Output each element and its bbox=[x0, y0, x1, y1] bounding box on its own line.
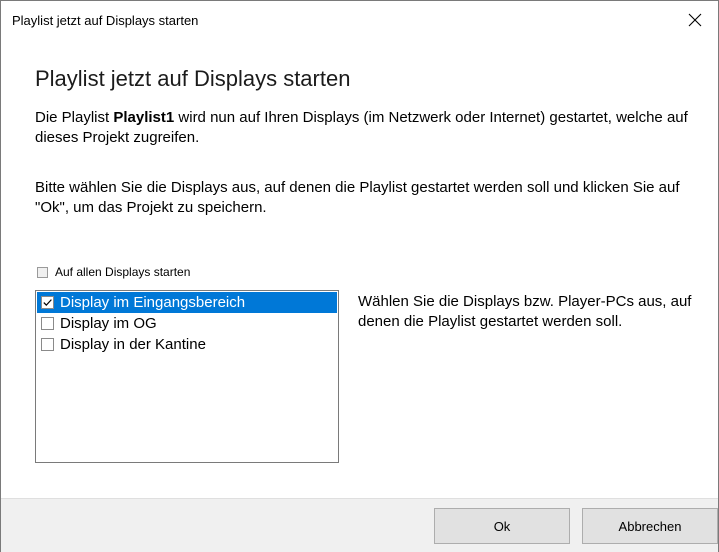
title-bar: Playlist jetzt auf Displays starten bbox=[1, 1, 718, 39]
display-item-kantine[interactable]: Display in der Kantine bbox=[37, 334, 337, 355]
button-bar: Ok Abbrechen bbox=[1, 498, 718, 552]
display-checkbox[interactable] bbox=[41, 317, 54, 330]
dialog-content: Playlist jetzt auf Displays starten Die … bbox=[1, 39, 718, 498]
display-item-eingangsbereich[interactable]: Display im Eingangsbereich bbox=[37, 292, 337, 313]
all-displays-checkbox[interactable]: Auf allen Displays starten bbox=[37, 265, 190, 279]
all-displays-checkbox-box[interactable] bbox=[37, 266, 48, 278]
display-item-og[interactable]: Display im OG bbox=[37, 313, 337, 334]
check-icon bbox=[43, 299, 52, 306]
instruction-text: Bitte wählen Sie die Displays aus, auf d… bbox=[35, 179, 680, 216]
cancel-button[interactable]: Abbrechen bbox=[582, 508, 718, 544]
display-checkbox[interactable] bbox=[41, 338, 54, 351]
display-checkbox[interactable] bbox=[41, 296, 54, 309]
page-title: Playlist jetzt auf Displays starten bbox=[35, 66, 351, 91]
close-icon bbox=[688, 13, 702, 27]
help-text: Wählen Sie die Displays bzw. Player-PCs … bbox=[358, 293, 692, 330]
description-text: Die Playlist Playlist1 wird nun auf Ihre… bbox=[35, 108, 695, 148]
display-item-label: Display in der Kantine bbox=[60, 336, 206, 353]
window-title: Playlist jetzt auf Displays starten bbox=[12, 13, 199, 28]
desc1-prefix: Die Playlist bbox=[35, 109, 114, 126]
display-item-label: Display im OG bbox=[60, 315, 157, 332]
display-item-label: Display im Eingangsbereich bbox=[60, 294, 246, 311]
dialog-window: Playlist jetzt auf Displays starten Play… bbox=[0, 0, 719, 552]
close-button[interactable] bbox=[672, 1, 718, 39]
ok-button[interactable]: Ok bbox=[434, 508, 570, 544]
displays-listbox[interactable]: Display im Eingangsbereich Display im OG… bbox=[35, 290, 339, 463]
all-displays-checkbox-label: Auf allen Displays starten bbox=[55, 265, 191, 279]
playlist-name: Playlist1 bbox=[113, 109, 175, 126]
